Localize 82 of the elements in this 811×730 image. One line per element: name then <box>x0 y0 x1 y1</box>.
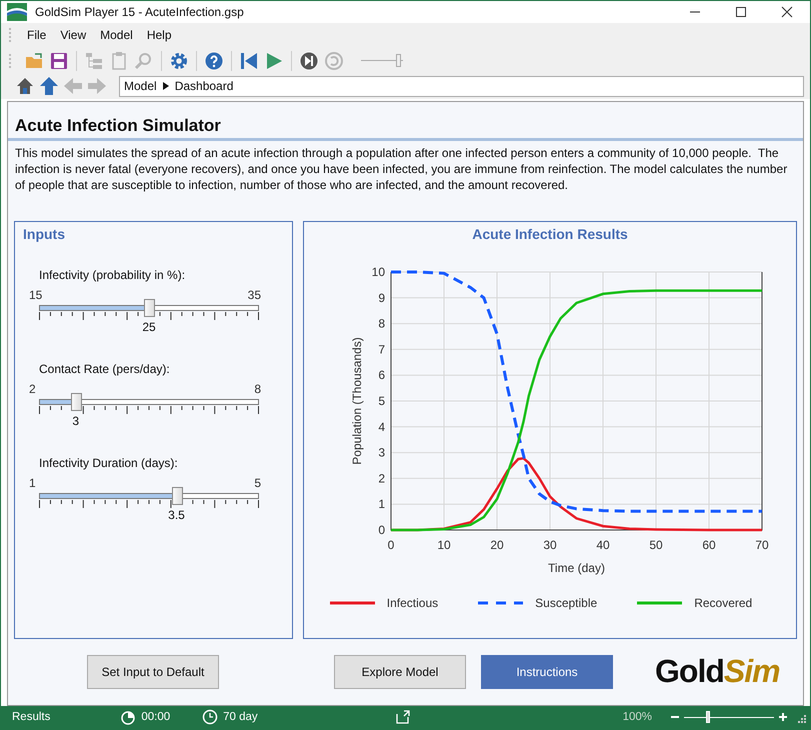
x-tick-label: 0 <box>388 538 394 552</box>
elapsed-time: 00:00 <box>141 711 170 724</box>
speed-slider[interactable] <box>361 54 403 68</box>
legend-label: Infectious <box>386 596 438 610</box>
y-tick-label: 10 <box>372 264 385 279</box>
description: This model simulates the spread of an acute infection through a population after one infected person enters a community of 10,000 people. The infection is never fatal (everyone recovers), and once you have been infected, you are immune from reinfection. The model calculates the number of people that are susceptible to infection, number of those who are infected, and the amount recovered. <box>14 144 788 193</box>
slider-max: 35 <box>248 288 261 302</box>
slider-min: 15 <box>29 288 42 302</box>
breadcrumb-item[interactable]: Model <box>124 79 157 94</box>
action-button[interactable]: Set Input to Default <box>87 654 219 689</box>
slider-thumb[interactable] <box>396 54 401 67</box>
legend-line <box>478 600 524 605</box>
y-tick-label: 3 <box>378 445 385 460</box>
logo: GoldSim <box>655 653 780 690</box>
slider-label: Infectivity (probability in %): <box>39 268 186 282</box>
x-tick-label: 20 <box>490 538 504 552</box>
menu-item[interactable]: Model <box>94 26 139 44</box>
y-tick-label: 7 <box>378 342 385 356</box>
y-tick-label: 1 <box>378 496 385 511</box>
y-tick-label: 4 <box>378 419 385 434</box>
slider-value: 25 <box>142 320 156 334</box>
save-icon[interactable] <box>49 50 69 71</box>
settings-icon[interactable] <box>169 50 189 71</box>
zoom-slider[interactable] <box>684 710 774 724</box>
y-tick-label: 5 <box>378 394 385 408</box>
breadcrumb-item[interactable]: Dashboard <box>174 79 234 94</box>
home-icon[interactable] <box>15 76 35 96</box>
y-tick-label: 2 <box>378 470 385 485</box>
rotate-icon[interactable] <box>394 709 411 726</box>
slider-max: 8 <box>254 382 261 396</box>
slider[interactable] <box>39 486 259 506</box>
primary-button[interactable]: Instructions <box>481 654 613 689</box>
slider-max: 5 <box>254 476 261 490</box>
legend-line <box>330 600 375 605</box>
action-button[interactable]: Explore Model <box>334 654 466 689</box>
x-tick-label: 50 <box>649 538 663 552</box>
x-tick-label: 10 <box>437 538 451 552</box>
clock-icon <box>202 709 218 726</box>
step-icon[interactable] <box>299 50 319 71</box>
folder-icon[interactable] <box>24 50 44 71</box>
page-title: Acute Infection Simulator <box>14 116 222 136</box>
menu-item[interactable]: Help <box>140 26 178 44</box>
slider-value: 3 <box>72 414 80 428</box>
slider[interactable] <box>39 298 259 318</box>
slider-thumb[interactable] <box>172 486 182 505</box>
menu-item[interactable]: File <box>21 26 52 44</box>
slider[interactable] <box>39 392 259 412</box>
x-tick-label: 70 <box>755 538 769 552</box>
slider-label: Infectivity Duration (days): <box>39 456 179 470</box>
panel-title: Inputs <box>23 226 66 242</box>
slider-thumb[interactable] <box>70 392 82 411</box>
slider-value: 3.5 <box>168 508 185 522</box>
app-logo-icon <box>7 3 27 22</box>
x-tick-label: 40 <box>596 538 610 552</box>
legend-line <box>637 600 682 605</box>
menu-item[interactable]: View <box>54 26 92 44</box>
x-tick-label: 60 <box>702 538 716 552</box>
y-tick-label: 8 <box>378 316 385 330</box>
stopwatch-icon <box>120 709 136 726</box>
help-icon[interactable] <box>204 50 224 71</box>
skip-back-icon[interactable] <box>239 50 259 71</box>
slider-min: 1 <box>29 476 36 490</box>
x-axis-title: Time (day) <box>548 560 605 575</box>
status-mode: Results <box>12 711 50 724</box>
play-icon[interactable] <box>264 50 284 71</box>
window-title: GoldSim Player 15 - AcuteInfection.gsp <box>35 5 245 20</box>
legend-label: Susceptible <box>535 596 598 610</box>
y-tick-label: 6 <box>378 368 385 382</box>
slider-min: 2 <box>29 382 36 396</box>
slider-thumb[interactable] <box>144 298 155 317</box>
panel-title: Acute Infection Results <box>472 226 628 242</box>
breadcrumb-bar[interactable]: Model Dashboard <box>119 76 804 97</box>
y-tick-label: 0 <box>378 522 385 537</box>
legend-label: Recovered <box>694 596 752 610</box>
duration: 70 day <box>223 711 258 724</box>
slider-label: Contact Rate (pers/day): <box>39 362 171 376</box>
x-tick-label: 30 <box>543 538 557 552</box>
zoom-level: 100% <box>622 711 652 724</box>
chevron-icon <box>162 82 169 90</box>
up-arrow-icon[interactable] <box>39 76 59 96</box>
y-tick-label: 9 <box>378 290 385 304</box>
y-axis-title: Population (Thousands) <box>350 336 364 464</box>
